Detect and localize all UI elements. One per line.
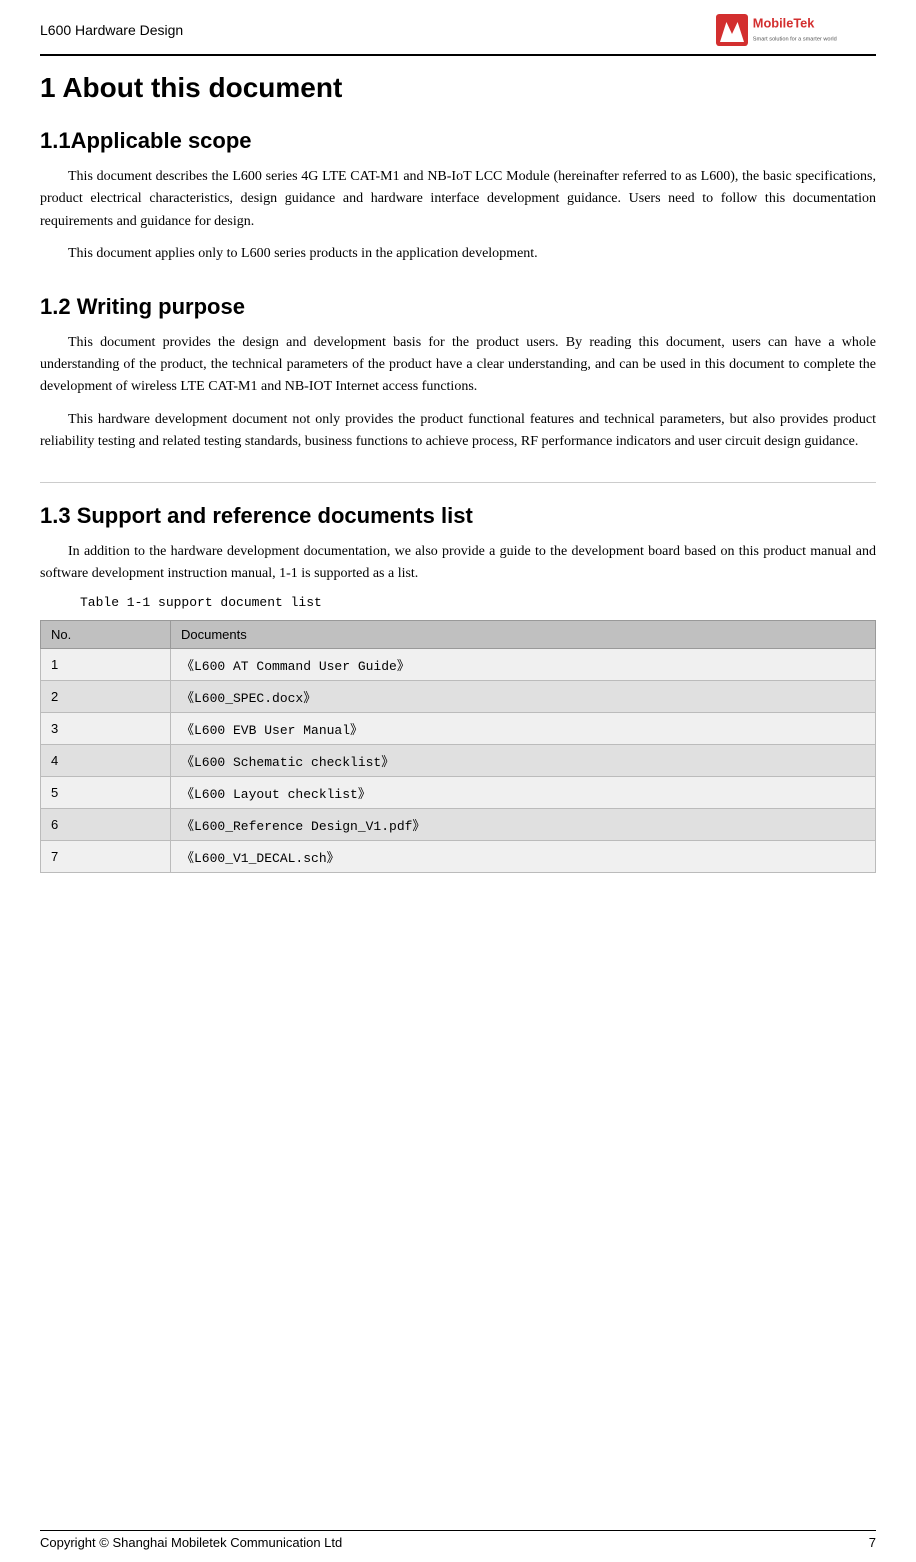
table-cell-no: 3 (41, 713, 171, 745)
documents-table: No. Documents 1《L600 AT Command User Gui… (40, 620, 876, 873)
table-row: 1《L600 AT Command User Guide》 (41, 649, 876, 681)
table-row: 4《L600 Schematic checklist》 (41, 745, 876, 777)
section-1-1-para-2: This document applies only to L600 serie… (40, 243, 876, 265)
table-row: 3《L600 EVB User Manual》 (41, 713, 876, 745)
header-title: L600 Hardware Design (40, 22, 183, 38)
section-1-3-title: 1.3 Support and reference documents list (40, 503, 876, 529)
table-row: 5《L600 Layout checklist》 (41, 777, 876, 809)
section-1-2-para-2: This hardware development document not o… (40, 409, 876, 454)
section-1-2-para-1: This document provides the design and de… (40, 332, 876, 399)
table-cell-no: 4 (41, 745, 171, 777)
table-caption: Table 1-1 support document list (80, 595, 876, 610)
table-cell-no: 5 (41, 777, 171, 809)
svg-text:Smart solution for a smarter w: Smart solution for a smarter world (753, 36, 837, 42)
table-cell-doc: 《L600 Layout checklist》 (171, 777, 876, 809)
table-cell-no: 6 (41, 809, 171, 841)
section-1-3: 1.3 Support and reference documents list… (40, 503, 876, 874)
page: L600 Hardware Design MobileTek Smart sol… (0, 0, 916, 1562)
table-cell-doc: 《L600 Schematic checklist》 (171, 745, 876, 777)
logo-container: MobileTek Smart solution for a smarter w… (716, 10, 876, 50)
svg-text:MobileTek: MobileTek (753, 16, 816, 31)
table-cell-doc: 《L600 AT Command User Guide》 (171, 649, 876, 681)
table-cell-no: 2 (41, 681, 171, 713)
section-1-2-title: 1.2 Writing purpose (40, 294, 876, 320)
table-cell-doc: 《L600 EVB User Manual》 (171, 713, 876, 745)
table-row: 6《L600_Reference Design_V1.pdf》 (41, 809, 876, 841)
table-cell-doc: 《L600_SPEC.docx》 (171, 681, 876, 713)
footer-page-number: 7 (869, 1535, 876, 1550)
table-cell-no: 1 (41, 649, 171, 681)
col-no: No. (41, 621, 171, 649)
table-cell-doc: 《L600_V1_DECAL.sch》 (171, 841, 876, 873)
section-divider (40, 482, 876, 483)
table-row: 7《L600_V1_DECAL.sch》 (41, 841, 876, 873)
mobiletek-logo-icon: MobileTek Smart solution for a smarter w… (716, 10, 876, 50)
table-cell-doc: 《L600_Reference Design_V1.pdf》 (171, 809, 876, 841)
section-1-1-para-1: This document describes the L600 series … (40, 166, 876, 233)
section-1-3-intro: In addition to the hardware development … (40, 541, 876, 586)
page-footer: Copyright © Shanghai Mobiletek Communica… (40, 1530, 876, 1550)
main-title: 1 About this document (40, 72, 876, 104)
col-documents: Documents (171, 621, 876, 649)
table-row: 2《L600_SPEC.docx》 (41, 681, 876, 713)
section-1-1: 1.1Applicable scope This document descri… (40, 128, 876, 266)
footer-copyright: Copyright © Shanghai Mobiletek Communica… (40, 1535, 342, 1550)
table-cell-no: 7 (41, 841, 171, 873)
section-1-1-title: 1.1Applicable scope (40, 128, 876, 154)
section-1-2: 1.2 Writing purpose This document provid… (40, 294, 876, 454)
table-header-row: No. Documents (41, 621, 876, 649)
page-header: L600 Hardware Design MobileTek Smart sol… (40, 10, 876, 56)
